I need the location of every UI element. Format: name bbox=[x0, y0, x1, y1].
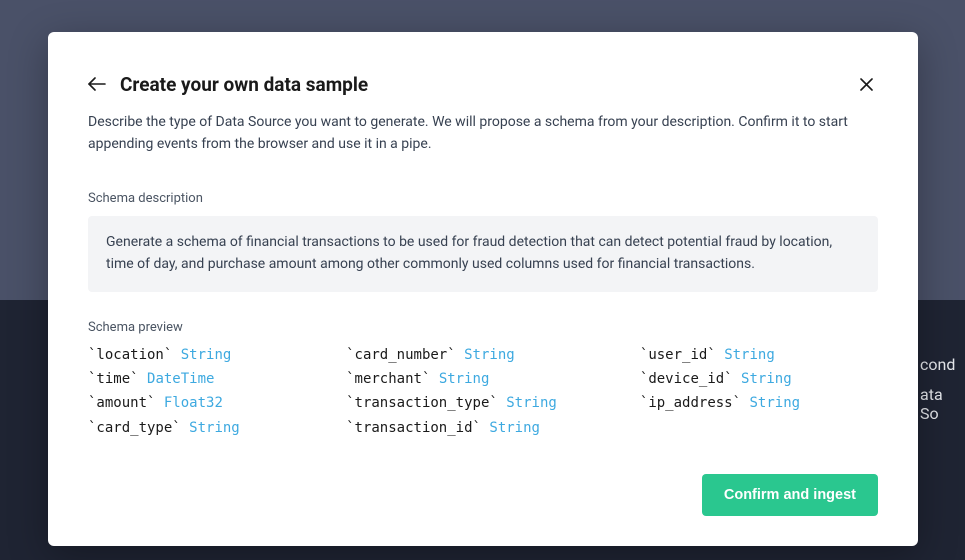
schema-preview-label: Schema preview bbox=[88, 320, 878, 335]
close-button[interactable] bbox=[854, 72, 878, 96]
back-arrow-icon[interactable] bbox=[88, 75, 106, 93]
schema-description-box: Generate a schema of financial transacti… bbox=[88, 216, 878, 291]
confirm-ingest-button[interactable]: Confirm and ingest bbox=[702, 474, 878, 516]
modal-title: Create your own data sample bbox=[120, 73, 840, 96]
schema-col-1: `location` String `time` DateTime `amoun… bbox=[88, 345, 326, 438]
schema-field: `device_id` String bbox=[640, 369, 878, 389]
schema-field: `user_id` String bbox=[640, 345, 878, 365]
schema-field: `time` DateTime bbox=[88, 369, 326, 389]
modal-create-data-sample: Create your own data sample Describe the… bbox=[48, 32, 918, 546]
schema-field: `transaction_type` String bbox=[346, 393, 620, 413]
schema-field: `card_type` String bbox=[88, 418, 326, 438]
schema-field: `amount` Float32 bbox=[88, 393, 326, 413]
schema-description-label: Schema description bbox=[88, 191, 878, 206]
schema-field: `transaction_id` String bbox=[346, 418, 620, 438]
schema-field: `card_number` String bbox=[346, 345, 620, 365]
modal-footer: Confirm and ingest bbox=[88, 474, 878, 516]
modal-header: Create your own data sample bbox=[88, 72, 878, 96]
schema-field: `location` String bbox=[88, 345, 326, 365]
background-text-2: ata So bbox=[920, 385, 965, 423]
schema-field: `ip_address` String bbox=[640, 393, 878, 413]
schema-field: `merchant` String bbox=[346, 369, 620, 389]
schema-col-2: `card_number` String `merchant` String `… bbox=[346, 345, 620, 438]
schema-col-3: `user_id` String `device_id` String `ip_… bbox=[640, 345, 878, 438]
background-text-1: cond bbox=[920, 355, 955, 374]
schema-preview: `location` String `time` DateTime `amoun… bbox=[88, 345, 878, 438]
modal-description: Describe the type of Data Source you wan… bbox=[88, 112, 878, 155]
